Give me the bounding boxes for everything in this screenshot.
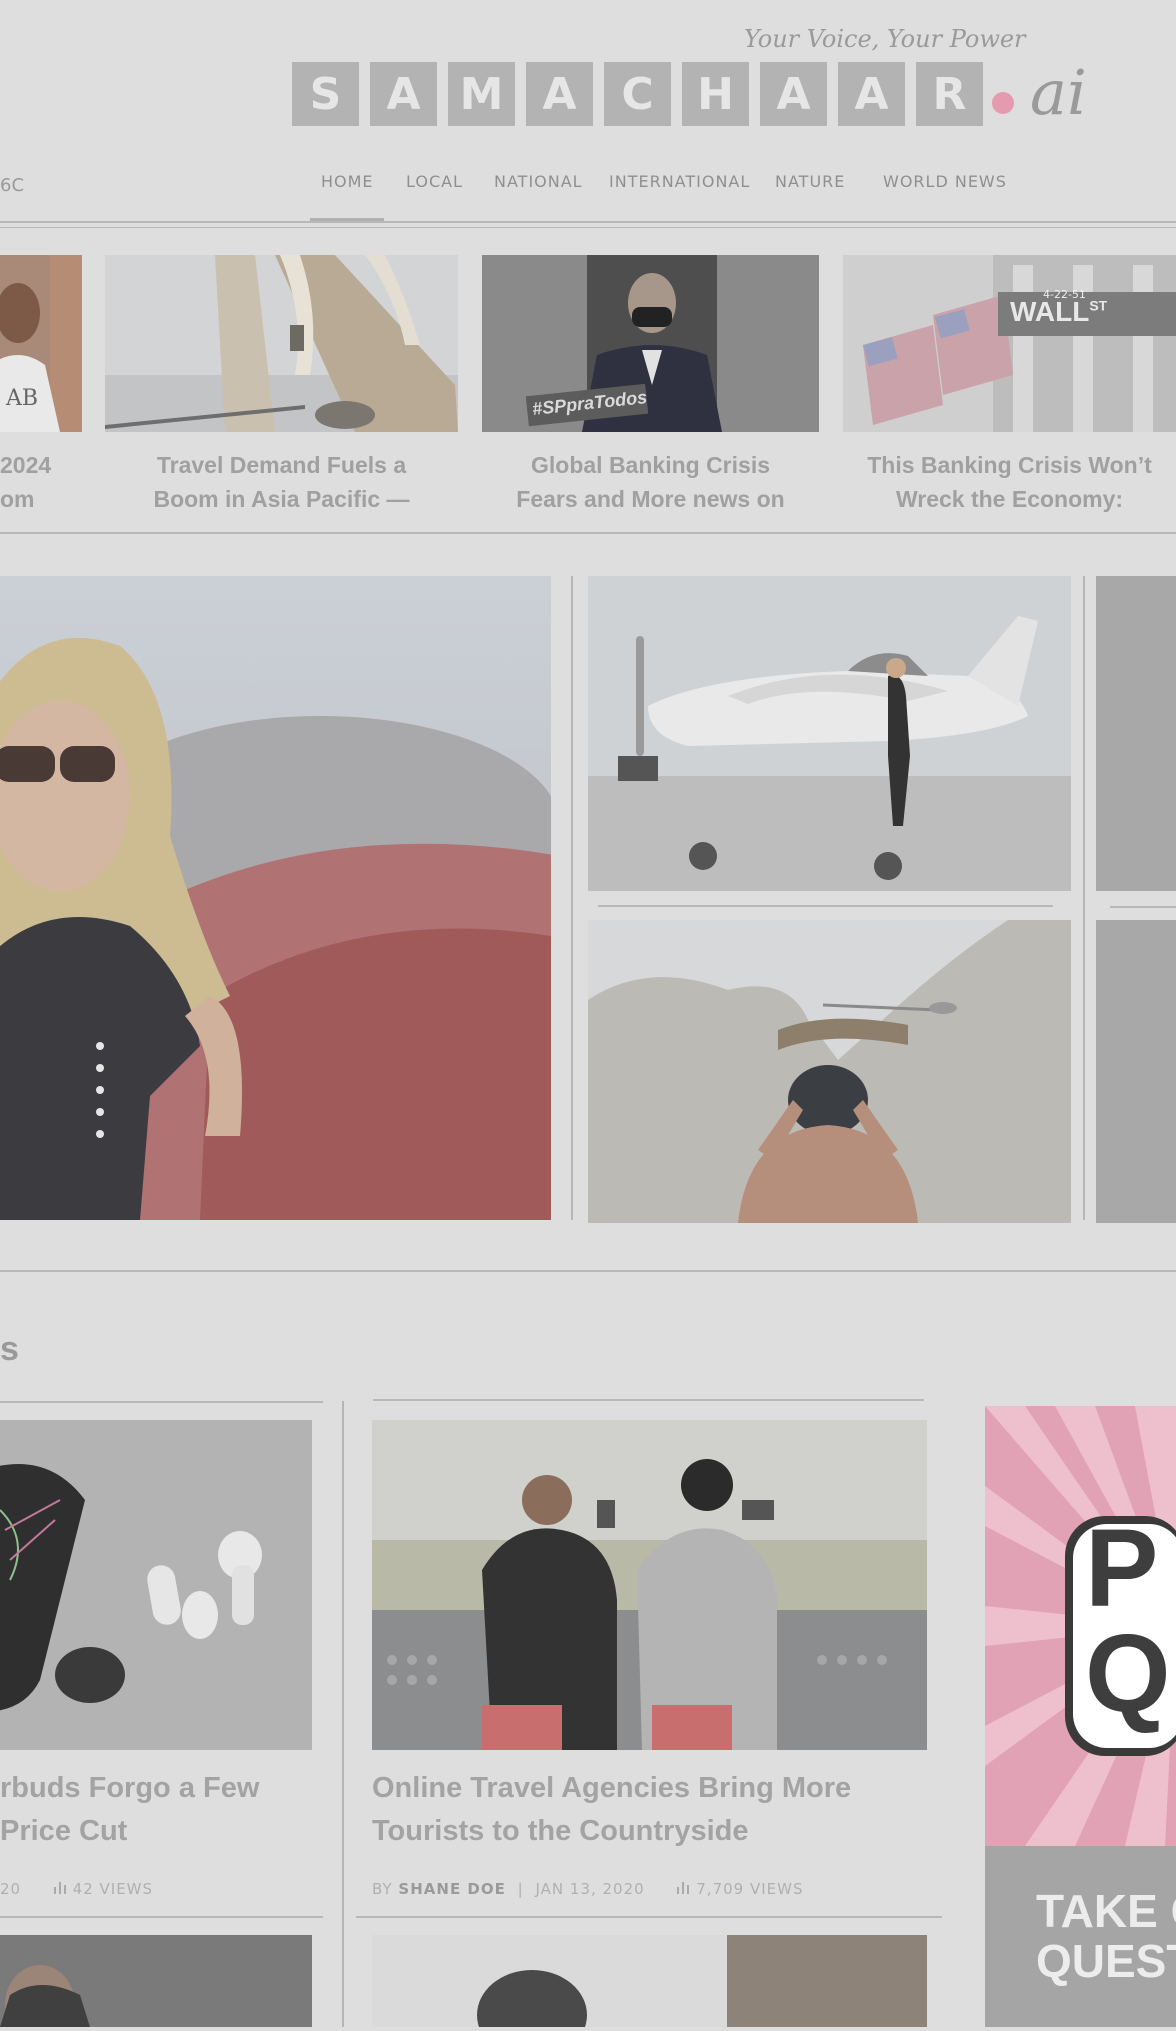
ticker-title-3-line2: Fears and More news on: [516, 486, 785, 512]
ad-cta-line1: TAKE C: [1036, 1885, 1176, 1937]
ticker-title-4-line2: Wreck the Economy:: [895, 486, 1124, 512]
featured-image-shower[interactable]: [588, 920, 1071, 1223]
ticker-title-4-line1: This Banking Crisis Won’t: [867, 452, 1152, 478]
ticker-title-1-line1: 2024: [0, 452, 52, 478]
weather-temperature: 6C: [0, 175, 25, 196]
views-icon: [53, 1880, 73, 1898]
featured-bottom-divider: [0, 1270, 1176, 1272]
card-views: 42 VIEWS: [72, 1880, 154, 1898]
logo-letter: A: [526, 62, 593, 126]
nav-home[interactable]: HOME: [321, 172, 374, 191]
featured-image-partial-1[interactable]: [1096, 576, 1176, 891]
ticker-image-3[interactable]: #SPpraTodos: [482, 255, 819, 432]
card-title-2-line2: Tourists to the Countryside: [372, 1815, 749, 1847]
header-divider: [0, 221, 1176, 223]
ad-big-letter-2: Q: [1085, 1612, 1171, 1735]
card-column-divider: [342, 1401, 344, 2027]
card-image-4[interactable]: [372, 1935, 927, 2031]
card-date: 20: [0, 1880, 22, 1898]
meta-separator: |: [517, 1880, 524, 1898]
ad-big-letter-1: P: [1085, 1507, 1159, 1630]
logo-letter: H: [682, 62, 749, 126]
ad-cta-line2: QUEST: [1036, 1935, 1176, 1987]
wall-street-sign-suffix: ST: [1089, 297, 1108, 314]
ticker-title-4[interactable]: This Banking Crisis Won’t Wreck the Econ…: [843, 448, 1176, 516]
logo-suffix: ai: [1030, 56, 1087, 129]
logo-letter: A: [760, 62, 827, 126]
card-title-1[interactable]: rbuds Forgo a Few Price Cut: [0, 1767, 320, 1853]
ticker-title-2-line1: Travel Demand Fuels a: [156, 452, 407, 478]
nav-nature[interactable]: NATURE: [775, 172, 845, 191]
street-address: 4-22-51: [1043, 288, 1086, 301]
logo-dot: [992, 92, 1014, 114]
card-image-3[interactable]: [0, 1935, 312, 2031]
site-logo[interactable]: S A M A C H A A R: [292, 62, 983, 126]
logo-letter: S: [292, 62, 359, 126]
card-image-2[interactable]: [372, 1420, 927, 1750]
card-byline: BY: [372, 1880, 393, 1898]
card-meta-2: BY SHANE DOE | JAN 13, 2020 7,709 VIEWS: [372, 1880, 804, 1898]
header-divider-thin: [0, 227, 1176, 228]
ticker-image-1[interactable]: AB: [0, 255, 82, 432]
card-bottom-divider-2: [356, 1916, 942, 1918]
card-date: JAN 13, 2020: [535, 1880, 645, 1898]
ticker-title-3[interactable]: Global Banking Crisis Fears and More new…: [482, 448, 819, 516]
logo-letter: A: [370, 62, 437, 126]
card-views: 7,709 VIEWS: [696, 1880, 804, 1898]
card-top-divider-1: [0, 1401, 323, 1403]
card-meta-1: 20 42 VIEWS: [0, 1880, 153, 1898]
logo-letter: C: [604, 62, 671, 126]
nav-national[interactable]: NATIONAL: [494, 172, 583, 191]
nav-international[interactable]: INTERNATIONAL: [609, 172, 750, 191]
ticker-title-2-line2: Boom in Asia Pacific —: [153, 486, 410, 512]
card-top-divider-2: [373, 1399, 924, 1401]
nav-local[interactable]: LOCAL: [406, 172, 463, 191]
card-image-1[interactable]: [0, 1420, 312, 1750]
logo-letter: A: [838, 62, 905, 126]
card-title-1-line1: rbuds Forgo a Few: [0, 1772, 260, 1804]
ticker-title-1[interactable]: 2024 om: [0, 448, 60, 516]
card-title-1-line2: Price Cut: [0, 1815, 128, 1847]
ticker-image-4[interactable]: WALLST 4-22-51: [843, 255, 1176, 432]
nav-world-news[interactable]: WORLD NEWS: [883, 172, 1007, 191]
ticker-image-2[interactable]: [105, 255, 458, 432]
featured-image-airplane[interactable]: [588, 576, 1071, 891]
views-icon: [676, 1880, 696, 1898]
ad-banner[interactable]: P Q: [985, 1406, 1176, 1846]
svg-text:AB: AB: [5, 386, 38, 411]
brand-tagline: Your Voice, Your Power: [744, 25, 1026, 53]
featured-image-partial-2[interactable]: [1096, 920, 1176, 1223]
ticker-divider: [0, 532, 1176, 534]
section-heading: s: [0, 1330, 19, 1368]
card-bottom-divider-1: [0, 1916, 323, 1918]
card-title-2-line1: Online Travel Agencies Bring More: [372, 1772, 852, 1804]
featured-side-divider-2: [1110, 906, 1176, 908]
ticker-title-3-line1: Global Banking Crisis: [531, 452, 770, 478]
featured-main-image[interactable]: [0, 576, 560, 1220]
featured-side-divider: [598, 905, 1053, 907]
ticker-title-2[interactable]: Travel Demand Fuels a Boom in Asia Pacif…: [105, 448, 458, 516]
logo-letter: M: [448, 62, 515, 126]
ticker-title-1-line2: om: [0, 486, 35, 512]
ad-cta-text: TAKE C QUEST: [1036, 1886, 1176, 1986]
featured-divider-2: [1083, 576, 1085, 1220]
card-title-2[interactable]: Online Travel Agencies Bring More Touris…: [372, 1767, 932, 1853]
card-author[interactable]: SHANE DOE: [398, 1880, 505, 1898]
logo-letter: R: [916, 62, 983, 126]
ad-cta-panel[interactable]: TAKE C QUEST: [985, 1846, 1176, 2027]
featured-divider: [571, 576, 573, 1220]
